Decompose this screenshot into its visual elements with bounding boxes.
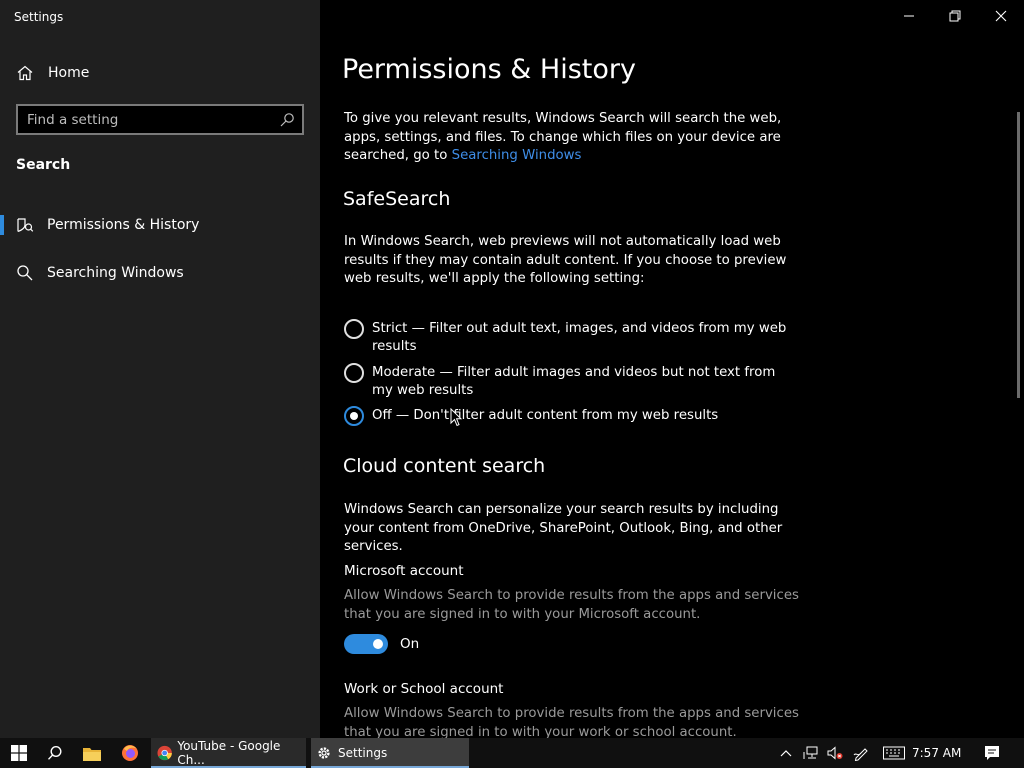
safesearch-description: In Windows Search, web previews will not… — [344, 234, 787, 286]
sidebar-item-label: Permissions & History — [47, 217, 200, 233]
app-title: Settings — [14, 10, 64, 24]
cursor-icon — [450, 408, 462, 427]
sidebar: Settings Home Search Permissions & Histo… — [0, 0, 320, 738]
nav-home[interactable]: Home — [0, 53, 320, 93]
radio-off[interactable] — [344, 406, 364, 426]
safesearch-heading: SafeSearch — [343, 188, 451, 210]
firefox-icon — [122, 745, 138, 761]
pen-workspace-icon — [853, 748, 868, 761]
microsoft-account-toggle[interactable] — [344, 634, 388, 654]
safesearch-option-off[interactable]: Off — Don't filter adult content from my… — [344, 406, 784, 428]
searching-windows-link[interactable]: Searching Windows — [452, 148, 582, 163]
page-title: Permissions & History — [342, 54, 636, 85]
sidebar-item-label: Searching Windows — [47, 265, 184, 281]
tray-volume[interactable] — [824, 738, 846, 768]
scrollbar[interactable] — [1017, 112, 1020, 398]
taskbar-clock[interactable]: 7:57 AM — [912, 746, 961, 760]
safesearch-option-moderate[interactable]: Moderate — Filter adult images and video… — [344, 363, 784, 403]
safesearch-option-strict[interactable]: Strict — Filter out adult text, images, … — [344, 319, 786, 359]
windows-logo-icon — [11, 745, 27, 761]
sidebar-item-permissions-history[interactable]: Permissions & History — [0, 205, 320, 245]
chevron-up-icon — [780, 750, 792, 757]
folder-icon — [83, 747, 101, 761]
microsoft-account-description: Allow Windows Search to provide results … — [344, 588, 799, 622]
cloud-search-heading: Cloud content search — [343, 455, 546, 477]
intro-text: To give you relevant results, Windows Se… — [344, 110, 804, 166]
shield-search-icon — [17, 218, 34, 233]
tray-pen[interactable] — [850, 738, 872, 768]
taskbar-app-label: YouTube - Google Ch... — [177, 739, 281, 767]
section-heading: Search — [16, 157, 71, 173]
tray-overflow-button[interactable] — [776, 738, 796, 768]
taskbar-app-settings[interactable]: Settings — [311, 738, 469, 768]
tray-keyboard[interactable] — [880, 738, 908, 768]
taskbar-file-explorer[interactable] — [74, 738, 110, 768]
radio-off-label: Off — Don't filter adult content from my… — [372, 408, 719, 423]
notification-icon — [985, 746, 999, 760]
taskbar: YouTube - Google Ch... Settings 7:57 AM — [0, 738, 1024, 768]
microsoft-account-heading: Microsoft account — [344, 563, 464, 579]
home-icon — [17, 65, 33, 81]
taskbar-app-chrome[interactable]: YouTube - Google Ch... — [151, 738, 306, 768]
radio-moderate-label: Moderate — Filter adult images and video… — [372, 365, 776, 398]
search-icon — [47, 745, 62, 760]
search-box[interactable] — [16, 104, 304, 135]
work-account-description: Allow Windows Search to provide results … — [344, 706, 799, 738]
taskbar-firefox[interactable] — [112, 738, 148, 768]
taskbar-search-button[interactable] — [38, 738, 72, 768]
radio-moderate[interactable] — [344, 363, 364, 383]
taskbar-app-label: Settings — [338, 746, 388, 760]
gear-icon — [318, 747, 330, 759]
sidebar-item-searching-windows[interactable]: Searching Windows — [0, 253, 320, 293]
volume-muted-icon — [827, 746, 843, 760]
touch-keyboard-icon — [883, 746, 905, 760]
work-account-heading: Work or School account — [344, 681, 504, 697]
start-button[interactable] — [0, 738, 38, 768]
radio-strict-label: Strict — Filter out adult text, images, … — [372, 321, 787, 354]
cloud-search-description: Windows Search can personalize your sear… — [344, 502, 783, 554]
search-icon — [17, 265, 33, 281]
selection-indicator — [0, 215, 4, 235]
search-input[interactable] — [27, 111, 267, 129]
nav-home-label: Home — [48, 65, 90, 81]
network-icon — [803, 746, 818, 759]
toggle-state-label: On — [400, 636, 420, 652]
search-icon[interactable] — [279, 112, 295, 128]
chrome-icon — [157, 745, 172, 761]
radio-strict[interactable] — [344, 319, 364, 339]
main-content: Permissions & History To give you releva… — [320, 0, 1024, 738]
tray-network[interactable] — [800, 738, 822, 768]
action-center-button[interactable] — [978, 738, 1006, 768]
